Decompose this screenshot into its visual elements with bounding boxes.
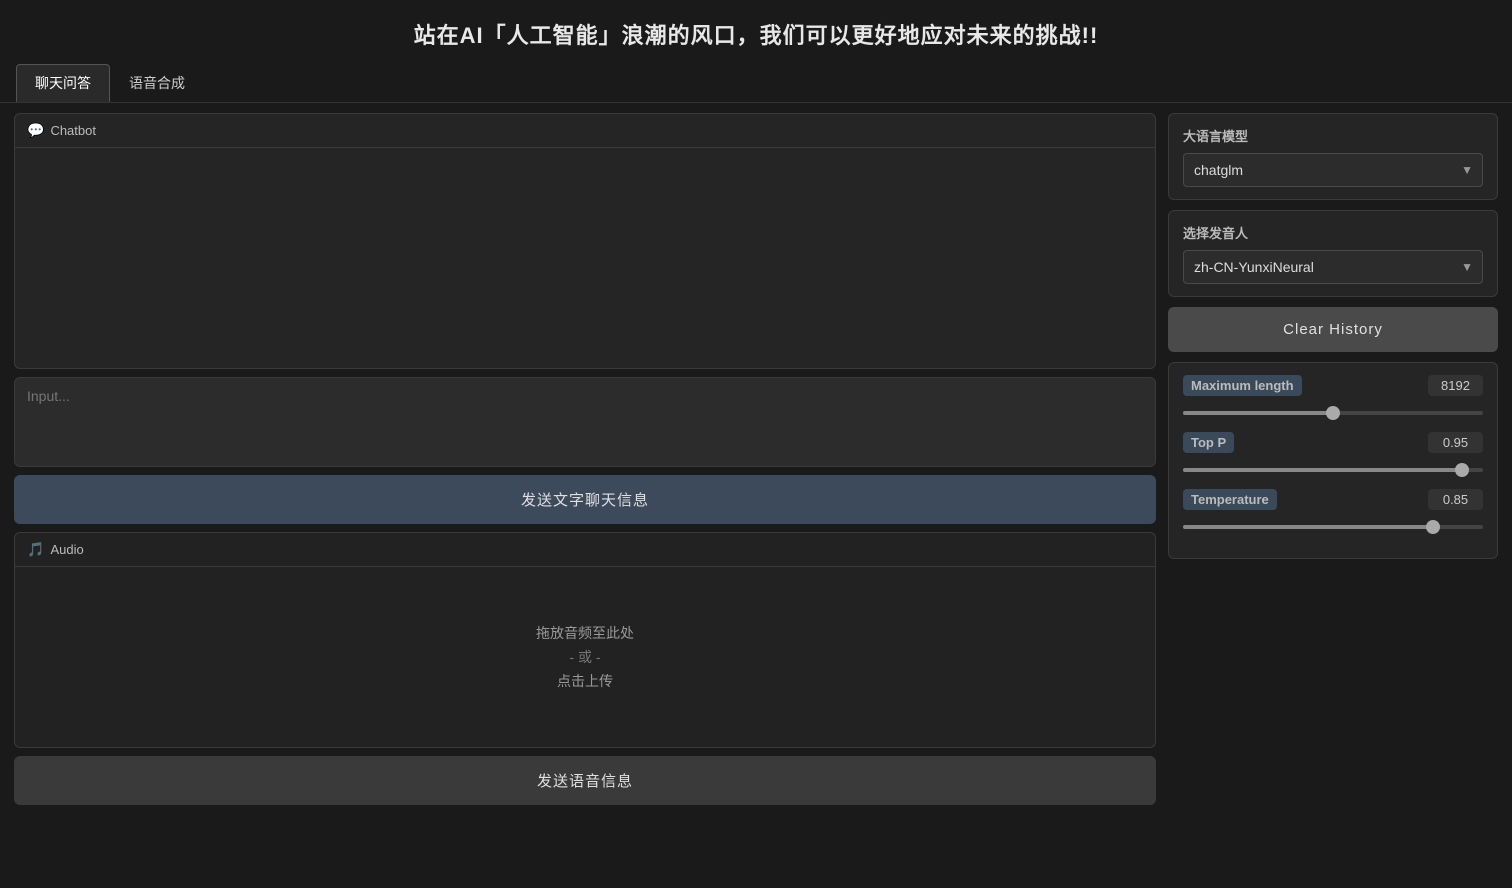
temperature-slider[interactable] xyxy=(1183,525,1483,529)
temperature-slider-container xyxy=(1183,516,1483,534)
llm-section: 大语言模型 chatglm gpt-3.5 gpt-4 ▼ xyxy=(1168,113,1498,200)
max-length-row: Maximum length 8192 xyxy=(1183,375,1483,396)
tab-chat[interactable]: 聊天问答 xyxy=(16,64,110,102)
tabs-bar: 聊天问答 语音合成 xyxy=(0,64,1512,103)
speaker-label: 选择发音人 xyxy=(1183,223,1483,242)
top-p-label: Top P xyxy=(1183,432,1234,453)
main-layout: 💬 Chatbot 发送文字聊天信息 🎵 Audio 拖放音频至此处 - 或 -… xyxy=(0,103,1512,815)
clear-history-button[interactable]: Clear History xyxy=(1168,307,1498,352)
chatbot-label: 💬 Chatbot xyxy=(15,114,1155,148)
audio-section: 🎵 Audio 拖放音频至此处 - 或 - 点击上传 xyxy=(14,532,1156,748)
top-p-slider-container xyxy=(1183,459,1483,477)
left-panel: 💬 Chatbot 发送文字聊天信息 🎵 Audio 拖放音频至此处 - 或 -… xyxy=(14,113,1156,805)
drop-text: 拖放音频至此处 xyxy=(536,623,634,643)
max-length-slider-container xyxy=(1183,402,1483,420)
chatbot-icon: 💬 xyxy=(27,122,44,139)
top-p-slider[interactable] xyxy=(1183,468,1483,472)
top-p-value: 0.95 xyxy=(1428,432,1483,453)
temperature-row: Temperature 0.85 xyxy=(1183,489,1483,510)
tab-tts[interactable]: 语音合成 xyxy=(110,64,204,102)
speaker-select[interactable]: zh-CN-YunxiNeural zh-CN-XiaoxiaoNeural xyxy=(1183,250,1483,284)
chatbot-label-text: Chatbot xyxy=(50,123,96,138)
send-audio-button[interactable]: 发送语音信息 xyxy=(14,756,1156,805)
chatbot-section: 💬 Chatbot xyxy=(14,113,1156,369)
top-p-row: Top P 0.95 xyxy=(1183,432,1483,453)
right-panel: 大语言模型 chatglm gpt-3.5 gpt-4 ▼ 选择发音人 zh-C… xyxy=(1168,113,1498,805)
chatbot-body xyxy=(15,148,1155,368)
audio-drop-area[interactable]: 拖放音频至此处 - 或 - 点击上传 xyxy=(15,567,1155,747)
send-text-button[interactable]: 发送文字聊天信息 xyxy=(14,475,1156,524)
llm-select-wrapper: chatglm gpt-3.5 gpt-4 ▼ xyxy=(1183,153,1483,187)
llm-label: 大语言模型 xyxy=(1183,126,1483,145)
upload-text: 点击上传 xyxy=(557,671,613,691)
audio-icon: 🎵 xyxy=(27,541,44,558)
speaker-select-wrapper: zh-CN-YunxiNeural zh-CN-XiaoxiaoNeural ▼ xyxy=(1183,250,1483,284)
llm-select[interactable]: chatglm gpt-3.5 gpt-4 xyxy=(1183,153,1483,187)
page-title: 站在AI「人工智能」浪潮的风口，我们可以更好地应对未来的挑战!! xyxy=(0,0,1512,64)
audio-label-text: Audio xyxy=(50,542,83,557)
audio-label: 🎵 Audio xyxy=(15,533,1155,567)
temperature-value: 0.85 xyxy=(1428,489,1483,510)
speaker-section: 选择发音人 zh-CN-YunxiNeural zh-CN-XiaoxiaoNe… xyxy=(1168,210,1498,297)
params-section: Maximum length 8192 Top P 0.95 Temperatu… xyxy=(1168,362,1498,559)
max-length-slider[interactable] xyxy=(1183,411,1483,415)
max-length-value: 8192 xyxy=(1428,375,1483,396)
max-length-label: Maximum length xyxy=(1183,375,1302,396)
chat-input[interactable] xyxy=(14,377,1156,467)
temperature-label: Temperature xyxy=(1183,489,1277,510)
or-text: - 或 - xyxy=(569,647,600,667)
